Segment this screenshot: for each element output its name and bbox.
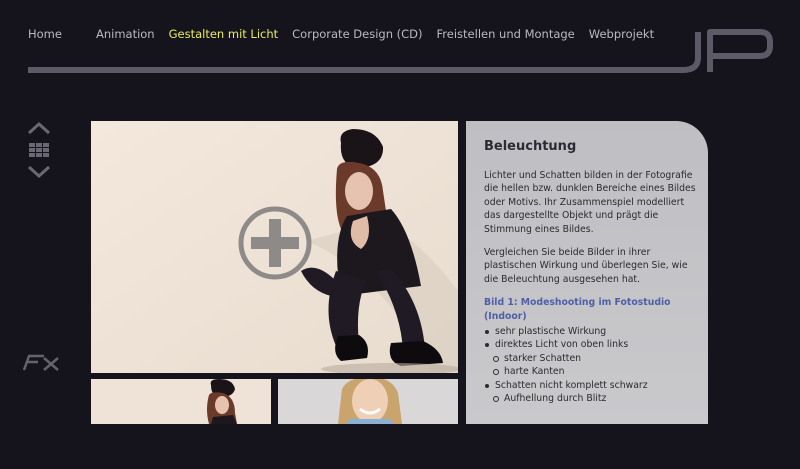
chevron-down-icon[interactable]	[27, 165, 51, 179]
thumbnail-image-2[interactable]	[278, 379, 458, 424]
plus-circle-icon[interactable]	[237, 205, 313, 281]
jp-logo	[28, 29, 773, 73]
bullet-list: sehr plastische Wirkung direktes Licht v…	[484, 325, 696, 405]
panel-subtitle: Bild 1: Modeshooting im Fotostudio (Indo…	[484, 297, 671, 322]
info-panel: Beleuchtung Lichter und Schatten bilden …	[466, 121, 708, 424]
fx-logo	[22, 354, 59, 371]
chevron-up-icon[interactable]	[27, 121, 51, 135]
list-item: Schatten nicht komplett schwarz	[484, 379, 696, 392]
nav-underline	[28, 32, 701, 73]
scroll-control	[27, 121, 51, 179]
logo-p	[707, 29, 773, 72]
panel-title: Beleuchtung	[484, 139, 577, 154]
grid-icon[interactable]	[29, 143, 49, 157]
thumbnail-image-1[interactable]	[91, 379, 271, 424]
list-item: sehr plastische Wirkung	[484, 325, 696, 338]
list-item: direktes Licht von oben links	[484, 338, 696, 351]
list-item: Aufhellung durch Blitz	[484, 392, 696, 405]
list-item: harte Kanten	[484, 365, 696, 378]
list-item: starker Schatten	[484, 352, 696, 365]
panel-paragraph-1: Lichter und Schatten bilden in der Fotog…	[484, 170, 696, 235]
panel-paragraph-2: Vergleichen Sie beide Bilder in ihrer pl…	[484, 247, 688, 285]
